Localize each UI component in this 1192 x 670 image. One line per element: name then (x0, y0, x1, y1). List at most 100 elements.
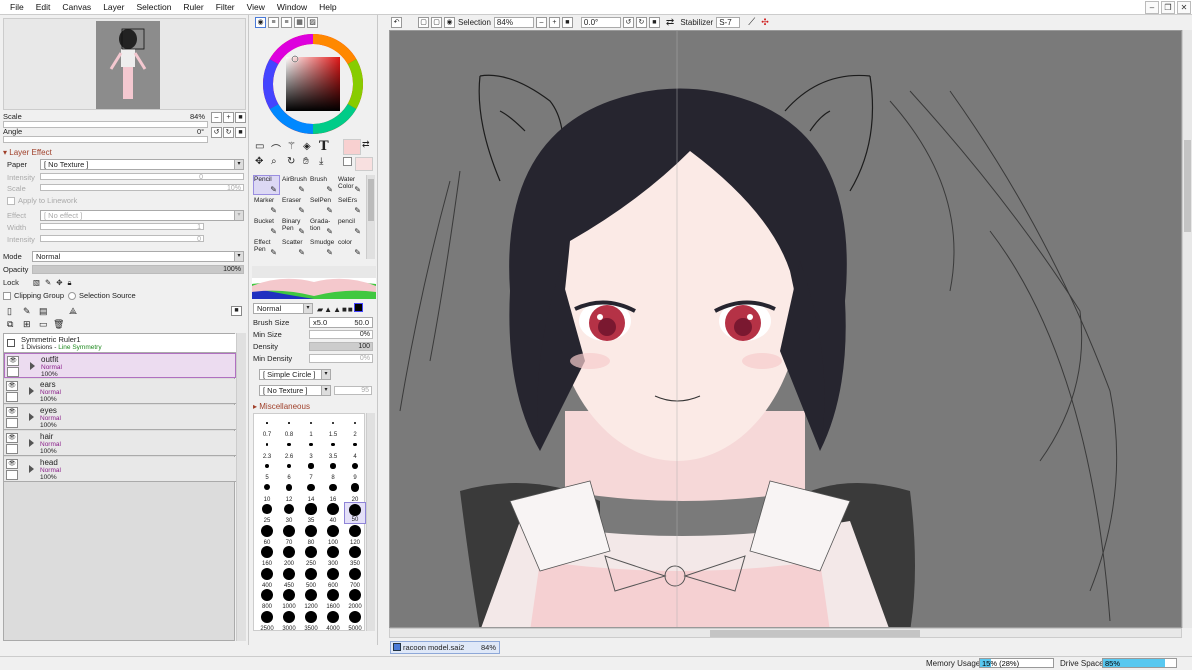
brush-size-500[interactable]: 500 (300, 567, 322, 589)
brush-size-4[interactable]: 4 (344, 438, 366, 460)
apply-linework-checkbox[interactable] (7, 196, 15, 205)
new-folder-icon[interactable]: ▤ (39, 306, 48, 317)
tool-pencil[interactable]: Pencil ✎ (253, 175, 280, 195)
brush-size-1.5[interactable]: 1.5 (322, 416, 344, 438)
move-icon[interactable]: ✥ (255, 156, 263, 167)
lock-all-icon[interactable]: 🔒︎ (68, 278, 72, 288)
brush-size-25[interactable]: 25 (256, 502, 278, 524)
brush-size-9[interactable]: 9 (344, 459, 366, 481)
ruler-layer-checkbox[interactable] (7, 339, 15, 347)
canvas-vertical-scrollbar[interactable] (1182, 30, 1192, 628)
rotate-right-icon[interactable]: ↻ (635, 17, 647, 28)
layer-checkbox[interactable] (6, 444, 18, 454)
tool-smudge[interactable]: Smudge ✎ (309, 238, 336, 258)
color-wheel[interactable] (261, 32, 365, 136)
lock-transparency-icon[interactable]: ▧ (33, 278, 40, 287)
layer-eyes[interactable]: 👁︎ eyes Normal 100% (4, 405, 236, 430)
apply-linework-row[interactable]: Apply to Linework (7, 195, 77, 206)
tool-pencil[interactable]: pencil ✎ (337, 217, 364, 237)
menu-layer[interactable]: Layer (97, 2, 130, 12)
brush-size-200[interactable]: 200 (278, 545, 300, 567)
menu-ruler[interactable]: Ruler (177, 2, 209, 12)
brush-size-20[interactable]: 20 (344, 481, 366, 503)
blend-mode-select[interactable]: Normal ▾ (253, 303, 313, 314)
hsv-slider-tab-icon[interactable]: ≡ (281, 17, 292, 28)
symmetry-icon[interactable]: ✣ (761, 17, 769, 28)
tool-selpen[interactable]: SelPen ✎ (309, 196, 336, 216)
expand-triangle-icon[interactable] (29, 387, 34, 395)
zoom-out-icon[interactable]: – (211, 112, 222, 123)
new-layer-icon[interactable]: ▯ (7, 306, 12, 317)
rotate-icon[interactable]: ↻ (287, 156, 295, 167)
zoom-in-icon[interactable]: + (548, 17, 560, 28)
visibility-eye-icon[interactable]: 👁︎ (6, 433, 18, 443)
density-slider[interactable]: 100 (309, 342, 373, 351)
clipping-group-checkbox[interactable] (3, 291, 11, 300)
brush-size-0.8[interactable]: 0.8 (278, 416, 300, 438)
zoom-in-icon[interactable]: + (223, 112, 234, 123)
brush-size-70[interactable]: 70 (278, 524, 300, 546)
paint-select-icon[interactable]: ◈ (303, 141, 311, 152)
brush-size-1[interactable]: 1 (300, 416, 322, 438)
layer-checkbox[interactable] (6, 470, 18, 480)
brush-size-600[interactable]: 600 (322, 567, 344, 589)
brush-size-250[interactable]: 250 (300, 545, 322, 567)
brush-shape-selector[interactable]: ▰▲▲■■ (317, 303, 363, 314)
navigator[interactable] (3, 18, 246, 110)
brush-size-8[interactable]: 8 (322, 459, 344, 481)
paper-select[interactable]: [ No Texture ] ▾ (40, 159, 244, 170)
brush-shape-selected[interactable] (353, 303, 363, 312)
min-size-slider[interactable]: 0% (309, 330, 373, 339)
tool-scrollbar[interactable] (366, 175, 375, 259)
layer-outfit[interactable]: 👁︎ outfit Normal 100% (4, 353, 236, 378)
layer-checkbox[interactable] (6, 418, 18, 428)
brush-size-0.7[interactable]: 0.7 (256, 416, 278, 438)
brush-size-3000[interactable]: 3000 (278, 610, 300, 632)
layer-panel-menu-icon[interactable]: ■ (231, 306, 242, 316)
canvas[interactable] (389, 30, 1182, 628)
copy-layer-icon[interactable]: ⧉ (7, 319, 13, 330)
brush-size-2500[interactable]: 2500 (256, 610, 278, 632)
mode-select[interactable]: Normal ▾ (32, 251, 244, 262)
brush-size-3500[interactable]: 3500 (300, 610, 322, 632)
navigator-preview[interactable] (96, 21, 160, 109)
width-slider[interactable]: 1 (40, 223, 204, 231)
brush-size-50[interactable]: 50 (344, 502, 366, 524)
scratchpad-tab-icon[interactable]: ▨ (307, 17, 318, 28)
selection-source-radio[interactable] (68, 291, 77, 300)
rotate-reset-icon[interactable]: ■ (648, 17, 660, 28)
horizontal-scroll-thumb[interactable] (710, 630, 920, 637)
brush-size-1000[interactable]: 1000 (278, 588, 300, 610)
visibility-eye-icon[interactable]: 👁︎ (6, 381, 18, 391)
magic-wand-icon[interactable]: ⚚ (287, 141, 296, 152)
layer-head[interactable]: 👁︎ head Normal 100% (4, 457, 236, 482)
menu-edit[interactable]: Edit (30, 2, 57, 12)
rotate-left-icon[interactable]: ↺ (211, 127, 222, 138)
opacity-slider[interactable]: 100% (32, 265, 244, 274)
secondary-color-swatch[interactable] (355, 157, 373, 171)
lasso-icon[interactable]: ⌒ (271, 141, 281, 156)
brush-size-350[interactable]: 350 (344, 545, 366, 567)
texture-scale-slider[interactable]: 10% (40, 184, 244, 192)
primary-color-swatch[interactable] (343, 139, 361, 155)
brush-size-2[interactable]: 2 (344, 416, 366, 438)
menu-help[interactable]: Help (313, 2, 342, 12)
brush-size-7[interactable]: 7 (300, 459, 322, 481)
brush-size-14[interactable]: 14 (300, 481, 322, 503)
menu-canvas[interactable]: Canvas (56, 2, 97, 12)
brush-size-2.6[interactable]: 2.6 (278, 438, 300, 460)
layer-ears[interactable]: 👁︎ ears Normal 100% (4, 379, 236, 404)
tool-airbrush[interactable]: AirBrush ✎ (281, 175, 308, 195)
intensity-slider[interactable]: 0 (40, 173, 244, 181)
color-wheel-tab-icon[interactable]: ◉ (255, 17, 266, 28)
ruler-icon[interactable]: ⟁ (69, 306, 77, 317)
brush-size-10[interactable]: 10 (256, 481, 278, 503)
clear-layer-icon[interactable]: ▭ (39, 319, 48, 330)
tool-brush[interactable]: Brush ✎ (309, 175, 336, 195)
selection-visibility-icon[interactable]: ◉ (444, 17, 455, 28)
expand-triangle-icon[interactable] (30, 362, 35, 370)
miscellaneous-header[interactable]: ▸ Miscellaneous (253, 401, 310, 412)
brush-texture-select[interactable]: [ No Texture ] ▾ (259, 385, 331, 396)
brush-size-100[interactable]: 100 (322, 524, 344, 546)
swatches-tab-icon[interactable]: ▦ (294, 17, 305, 28)
